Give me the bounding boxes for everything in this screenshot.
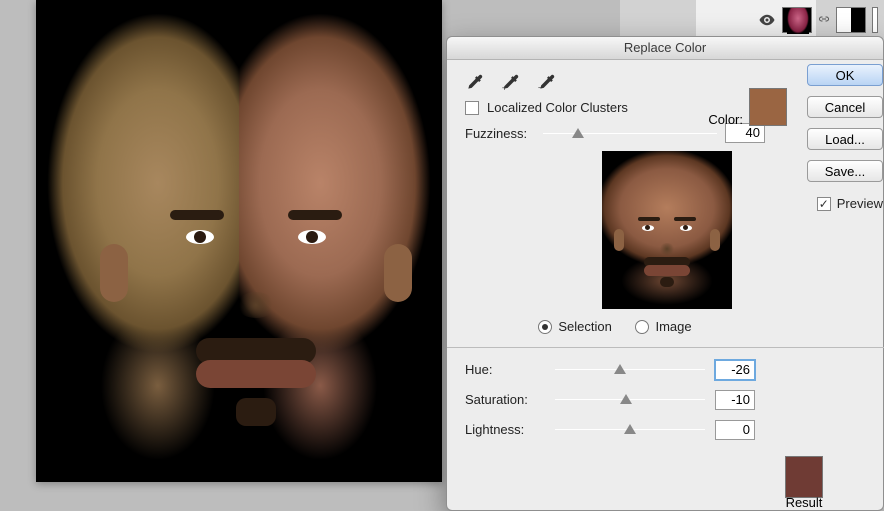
face-lips <box>196 360 316 388</box>
link-icon[interactable] <box>818 10 830 31</box>
result-swatch[interactable] <box>785 456 823 498</box>
pv-ear <box>710 229 720 251</box>
eyedropper-subtract-icon[interactable]: − <box>537 72 557 92</box>
pv-lips <box>644 265 690 276</box>
localized-clusters-label: Localized Color Clusters <box>487 100 628 115</box>
lightness-label: Lightness: <box>465 422 545 437</box>
saturation-slider-thumb[interactable] <box>620 394 632 404</box>
result-label: Result <box>783 495 825 510</box>
lightness-slider-thumb[interactable] <box>624 424 636 434</box>
load-button[interactable]: Load... <box>807 128 883 150</box>
selection-radio-label: Selection <box>558 319 611 334</box>
save-button[interactable]: Save... <box>807 160 883 182</box>
svg-text:−: − <box>538 82 543 92</box>
saturation-slider[interactable] <box>555 399 705 400</box>
image-radio[interactable]: Image <box>635 319 691 334</box>
face-soulpatch <box>236 398 276 426</box>
pv-pupil <box>645 225 650 230</box>
document-canvas[interactable] <box>36 0 442 482</box>
face-nose <box>236 292 276 318</box>
layer-mask-thumbnail[interactable] <box>836 7 866 33</box>
layer-mask-thumbnail-secondary[interactable] <box>872 7 878 33</box>
preview-thumbnail[interactable] <box>602 151 732 309</box>
face-brow <box>288 210 342 220</box>
pv-nose <box>659 243 675 255</box>
selection-radio[interactable]: Selection <box>538 319 611 334</box>
replace-color-dialog: Replace Color OK Cancel Load... Save... … <box>446 36 884 511</box>
layers-panel-row[interactable] <box>758 4 878 36</box>
layer-thumbnail-image <box>787 8 809 34</box>
pv-eye <box>680 225 692 231</box>
pv-brow <box>638 217 660 221</box>
hue-input[interactable]: -26 <box>715 360 755 380</box>
face-pupil <box>306 231 318 243</box>
preview-checkbox[interactable] <box>817 197 831 211</box>
face-brow <box>170 210 224 220</box>
color-swatch[interactable] <box>749 88 787 126</box>
divider <box>447 347 884 348</box>
pv-eye <box>642 225 654 231</box>
pv-ear <box>614 229 624 251</box>
image-radio-label: Image <box>655 319 691 334</box>
fuzziness-slider-thumb[interactable] <box>572 128 584 138</box>
hue-label: Hue: <box>465 362 545 377</box>
cancel-button[interactable]: Cancel <box>807 96 883 118</box>
saturation-input[interactable]: -10 <box>715 390 755 410</box>
localized-clusters-checkbox[interactable] <box>465 101 479 115</box>
radio-dot-icon <box>635 320 649 334</box>
face-ear <box>384 244 412 302</box>
hue-slider[interactable] <box>555 369 705 370</box>
face-eye <box>186 230 214 244</box>
fuzziness-slider[interactable] <box>543 133 717 134</box>
preview-checkbox-label: Preview <box>837 196 883 211</box>
face-ear <box>100 244 128 302</box>
lightness-slider[interactable] <box>555 429 705 430</box>
saturation-label: Saturation: <box>465 392 545 407</box>
pv-pupil <box>683 225 688 230</box>
color-label: Color: <box>708 112 743 127</box>
pv-soul <box>660 277 674 287</box>
radio-dot-icon <box>538 320 552 334</box>
ok-button[interactable]: OK <box>807 64 883 86</box>
fuzziness-label: Fuzziness: <box>465 126 535 141</box>
eye-icon[interactable] <box>758 11 776 29</box>
eyedropper-add-icon[interactable]: + <box>501 72 521 92</box>
face-eye <box>298 230 326 244</box>
layer-thumbnail[interactable] <box>782 7 812 33</box>
hue-slider-thumb[interactable] <box>614 364 626 374</box>
face-pupil <box>194 231 206 243</box>
pv-brow <box>674 217 696 221</box>
svg-text:+: + <box>502 82 507 92</box>
lightness-input[interactable]: 0 <box>715 420 755 440</box>
eyedropper-icon[interactable] <box>465 72 485 92</box>
dialog-title[interactable]: Replace Color <box>447 37 883 60</box>
